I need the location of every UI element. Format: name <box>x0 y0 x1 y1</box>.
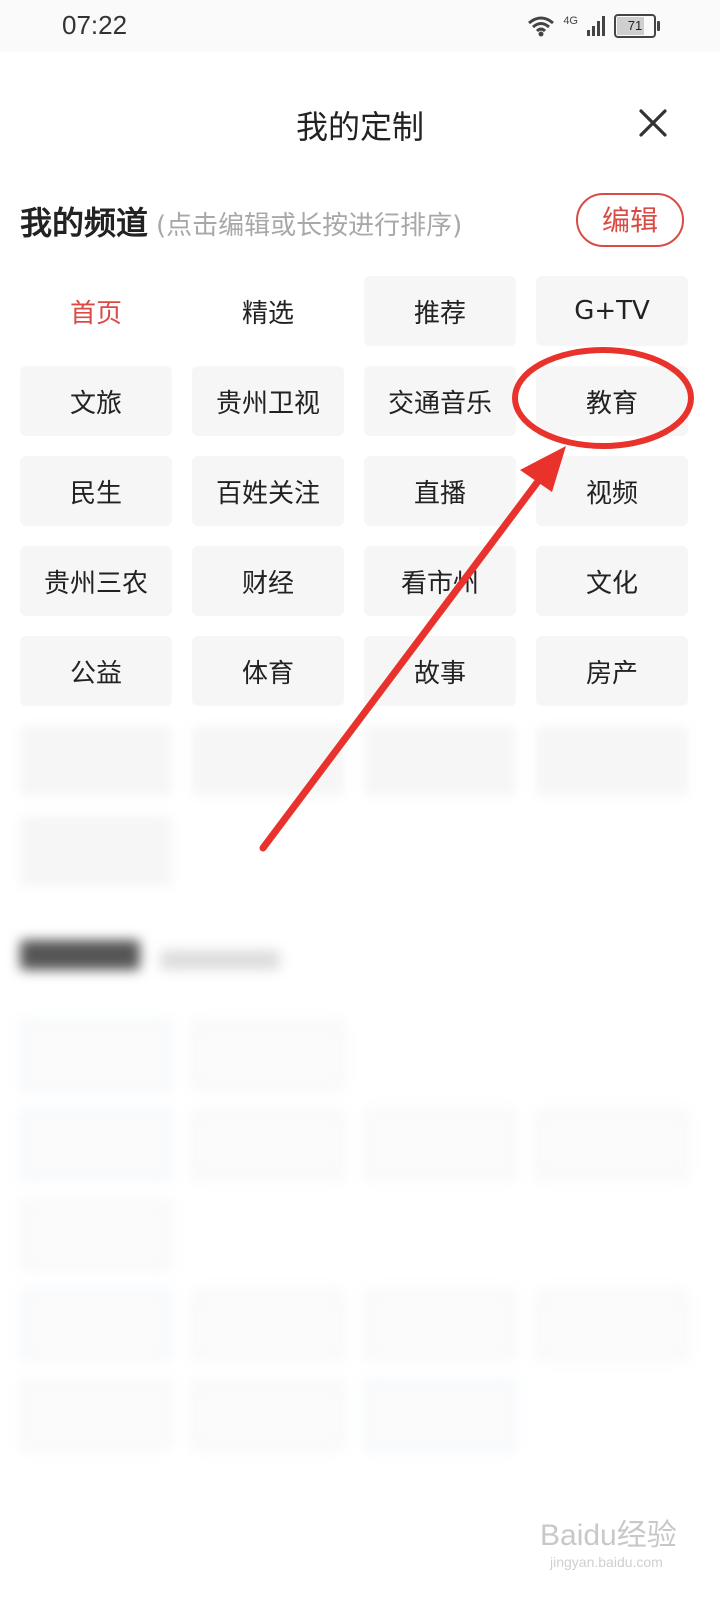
close-button[interactable] <box>630 100 676 146</box>
blurred-chip[interactable] <box>20 1290 172 1360</box>
blurred-grid <box>20 1110 688 1270</box>
blurred-channel-chip[interactable] <box>20 726 172 796</box>
channel-chip-education[interactable]: 教育 <box>536 366 688 436</box>
blurred-grid <box>20 1290 688 1450</box>
blurred-channel-chip[interactable] <box>364 726 516 796</box>
channel-chip[interactable]: G+TV <box>536 276 688 346</box>
signal-icon <box>587 16 605 36</box>
blurred-grid <box>20 1020 688 1090</box>
blurred-chip[interactable] <box>364 1290 516 1360</box>
channel-chip[interactable]: 贵州卫视 <box>192 366 344 436</box>
channel-chip[interactable]: 体育 <box>192 636 344 706</box>
section-hint: (点击编辑或长按进行排序) <box>156 211 463 241</box>
blurred-chip[interactable] <box>536 1290 688 1360</box>
blurred-chip[interactable] <box>20 1020 172 1090</box>
watermark-brand: Baidu经验 <box>540 1519 677 1552</box>
edit-button[interactable]: 编辑 <box>576 193 684 247</box>
channel-chip[interactable]: 交通音乐 <box>364 366 516 436</box>
section-title: 我的频道 <box>20 204 149 242</box>
channel-chip[interactable]: 公益 <box>20 636 172 706</box>
channel-chip[interactable]: 文旅 <box>20 366 172 436</box>
blurred-local-channels-section <box>0 930 720 1600</box>
blurred-chip[interactable] <box>192 1290 344 1360</box>
blurred-chip[interactable] <box>192 1380 344 1450</box>
network-type: 4G <box>563 15 578 27</box>
status-icons: 4G 71 <box>527 14 660 38</box>
blurred-chip[interactable] <box>364 1110 516 1180</box>
status-time: 07:22 <box>62 10 128 40</box>
close-icon <box>639 109 667 137</box>
watermark-url: jingyan.baidu.com <box>550 1554 663 1570</box>
blurred-chip[interactable] <box>364 1380 516 1450</box>
wifi-icon <box>528 16 555 37</box>
my-channels-header: 我的频道 (点击编辑或长按进行排序) <box>20 198 462 244</box>
blurred-chip[interactable] <box>192 1020 344 1090</box>
blurred-channel-chip[interactable] <box>20 816 172 886</box>
channel-chip[interactable]: 推荐 <box>364 276 516 346</box>
page-title: 我的定制 <box>295 108 424 146</box>
channel-chip[interactable]: 文化 <box>536 546 688 616</box>
channel-chip[interactable]: 视频 <box>536 456 688 526</box>
blurred-chip[interactable] <box>20 1380 172 1450</box>
channel-chip[interactable]: 看市州 <box>364 546 516 616</box>
channel-chip[interactable]: 精选 <box>192 276 344 346</box>
channel-grid: 首页 精选 推荐 G+TV 文旅 贵州卫视 交通音乐 教育 民生 百姓关注 直播… <box>20 276 688 886</box>
channel-chip[interactable]: 民生 <box>20 456 172 526</box>
blurred-chip[interactable] <box>20 1200 172 1270</box>
blurred-chip[interactable] <box>20 1110 172 1180</box>
blurred-chip[interactable] <box>192 1110 344 1180</box>
channel-chip[interactable]: 故事 <box>364 636 516 706</box>
battery-icon: 71 <box>614 14 660 38</box>
channel-chip[interactable]: 首页 <box>20 276 172 346</box>
channel-chip[interactable]: 财经 <box>192 546 344 616</box>
channel-chip[interactable]: 房产 <box>536 636 688 706</box>
blurred-channel-chip[interactable] <box>192 726 344 796</box>
blurred-chip[interactable] <box>536 1110 688 1180</box>
channel-chip[interactable]: 贵州三农 <box>20 546 172 616</box>
status-bar: 07:22 4G 71 <box>0 0 720 52</box>
battery-level: 71 <box>627 18 643 33</box>
channel-chip[interactable]: 直播 <box>364 456 516 526</box>
blurred-section-title <box>20 940 281 978</box>
blurred-channel-chip[interactable] <box>536 726 688 796</box>
baidu-watermark: Baidu经验 jingyan.baidu.com <box>540 1510 677 1570</box>
channel-chip[interactable]: 百姓关注 <box>192 456 344 526</box>
